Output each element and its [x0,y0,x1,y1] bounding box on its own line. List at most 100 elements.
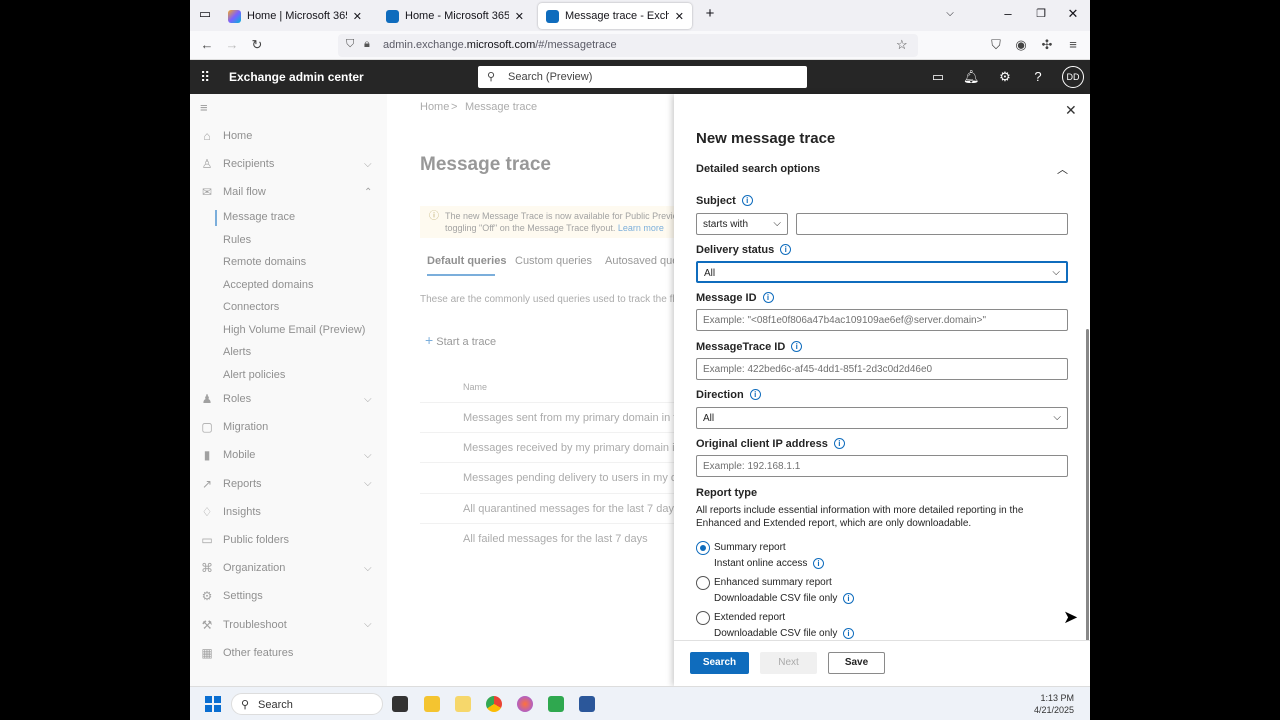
chevron-down-icon: ⌵ [773,218,781,229]
chrome-icon[interactable] [486,696,502,712]
windows-start-icon[interactable] [205,696,221,712]
section-header-detailed-search[interactable]: Detailed search options [696,163,820,175]
media-app-icon[interactable] [548,696,564,712]
info-icon[interactable]: i [741,195,753,206]
account-icon[interactable]: ◉ [1012,37,1030,53]
summary-report-radio[interactable] [696,541,710,555]
info-icon[interactable]: i [833,438,845,449]
summary-report-label[interactable]: Summary report [714,542,786,553]
system-clock[interactable]: 1:13 PM 4/21/2025 [1024,692,1074,716]
close-tab-icon[interactable]: ✕ [515,10,524,23]
modal-overlay[interactable] [190,94,674,686]
subject-operator-value: starts with [703,219,749,230]
delivery-status-label: Delivery status i [696,244,792,256]
admin-favicon-icon [386,9,399,23]
info-icon[interactable]: i [842,628,854,639]
close-icon[interactable]: ✕ [1065,102,1077,119]
bell-icon[interactable]: 🔔︎ [963,69,980,85]
minimize-icon[interactable]: – [998,6,1018,21]
enhanced-summary-report-sub: Downloadable CSV file only i [714,593,854,604]
url-text: admin.exchange.microsoft.com/#/messagetr… [383,39,617,51]
info-icon[interactable]: i [780,244,792,255]
close-tab-icon[interactable]: ✕ [675,10,684,23]
gear-icon[interactable]: ⚙ [997,69,1013,85]
help-icon[interactable]: ? [1030,69,1046,84]
info-icon[interactable]: i [749,389,761,400]
forward-icon[interactable]: → [223,37,241,52]
client-ip-label: Original client IP address i [696,438,845,450]
chevron-up-icon[interactable]: ︿ [1057,161,1068,177]
file-explorer-icon[interactable] [424,696,440,712]
search-button[interactable]: Search [690,652,749,674]
avatar[interactable]: DD [1062,66,1084,88]
chevron-down-icon: ⌵ [1053,412,1061,423]
search-icon: ⚲ [487,71,496,83]
chevron-down-icon: ⌵ [1052,267,1060,278]
copilot-favicon-icon [228,9,241,23]
messagetrace-id-input[interactable]: Example: 422bed6c-af45-4dd1-85f1-2d3c0d2… [696,358,1068,380]
tab-title: Home - Microsoft 365 admin ce [405,10,509,22]
clock-time: 1:13 PM [1040,693,1074,703]
close-tab-icon[interactable]: ✕ [353,10,362,23]
message-id-placeholder: Example: "<08f1e0f806a47b4ac109109ae6ef@… [703,315,987,326]
enhanced-summary-report-label[interactable]: Enhanced summary report [714,577,832,588]
browser-nav-bar: ← → ↻ ⛉ 🔒︎ admin.exchange.microsoft.com/… [190,31,1090,60]
folder-app-icon[interactable] [455,696,471,712]
direction-dropdown[interactable]: All ⌵ [696,407,1068,429]
close-window-icon[interactable]: ✕ [1063,6,1083,22]
bookmark-star-icon[interactable]: ☆ [896,37,908,53]
reload-icon[interactable]: ↻ [248,37,266,53]
extended-report-label[interactable]: Extended report [714,612,785,623]
message-id-input[interactable]: Example: "<08f1e0f806a47b4ac109109ae6ef@… [696,309,1068,331]
enhanced-summary-report-radio[interactable] [696,576,710,590]
app-title[interactable]: Exchange admin center [229,70,364,84]
extensions-icon[interactable]: ✣ [1038,37,1056,53]
tab-title: Message trace - Exchange adm [565,10,669,22]
messagetrace-id-label: MessageTrace ID i [696,341,803,353]
menu-icon[interactable]: ≡ [1064,37,1082,52]
url-bar[interactable]: ⛉ 🔒︎ admin.exchange.microsoft.com/#/mess… [338,34,918,57]
info-icon[interactable]: i [762,292,774,303]
messagetrace-id-placeholder: Example: 422bed6c-af45-4dd1-85f1-2d3c0d2… [703,364,933,375]
save-button[interactable]: Save [828,652,885,674]
taskbar-search-label: Search [258,699,293,711]
panel-title: New message trace [696,130,836,147]
info-icon[interactable]: i [812,558,824,569]
info-icon[interactable]: i [791,341,803,352]
subject-input[interactable] [796,213,1068,235]
list-tabs-icon[interactable]: ⌵ [940,8,960,19]
search-placeholder: Search (Preview) [508,71,593,83]
new-tab-icon[interactable]: + [700,5,720,22]
extended-report-sub: Downloadable CSV file only i [714,628,854,639]
back-icon[interactable]: ← [198,37,216,52]
delivery-status-dropdown[interactable]: All ⌵ [696,261,1068,283]
pocket-icon[interactable]: ⛉ [987,37,1005,53]
tab-overview-icon[interactable]: ▭ [195,6,215,22]
browser-tab-message-trace[interactable]: Message trace - Exchange adm ✕ [538,3,692,29]
taskbar-search[interactable]: ⚲ Search [231,693,383,715]
client-ip-input[interactable]: Example: 192.168.1.1 [696,455,1068,477]
terminal-app-icon[interactable] [392,696,408,712]
restore-icon[interactable]: ❐ [1031,7,1051,20]
subject-operator-dropdown[interactable]: starts with ⌵ [696,213,788,235]
suite-header: ⠿ Exchange admin center ⚲ Search (Previe… [190,60,1090,94]
app-launcher-icon[interactable]: ⠿ [200,69,210,86]
shield-icon[interactable]: ⛉ [346,38,354,51]
lock-icon[interactable]: 🔒︎ [364,38,370,51]
terminal-icon[interactable]: ▭ [930,69,946,85]
browser-tab-m365-admin[interactable]: Home - Microsoft 365 admin ce ✕ [378,3,532,29]
browser-tab-copilot[interactable]: Home | Microsoft 365 Copilot ✕ [220,3,370,29]
next-button[interactable]: Next [760,652,817,674]
firefox-icon[interactable] [517,696,533,712]
report-type-label: Report type [696,487,758,499]
search-input[interactable]: ⚲ Search (Preview) [478,66,807,88]
tab-title: Home | Microsoft 365 Copilot [247,10,347,22]
direction-label: Direction i [696,389,761,401]
extended-report-radio[interactable] [696,611,710,625]
summary-report-sub: Instant online access i [714,558,824,569]
word-icon[interactable] [579,696,595,712]
info-icon[interactable]: i [842,593,854,604]
browser-tab-bar: ▭ Home | Microsoft 365 Copilot ✕ Home - … [190,0,1090,31]
screen: ▭ Home | Microsoft 365 Copilot ✕ Home - … [190,0,1090,720]
panel-scrollbar[interactable] [1086,329,1089,679]
